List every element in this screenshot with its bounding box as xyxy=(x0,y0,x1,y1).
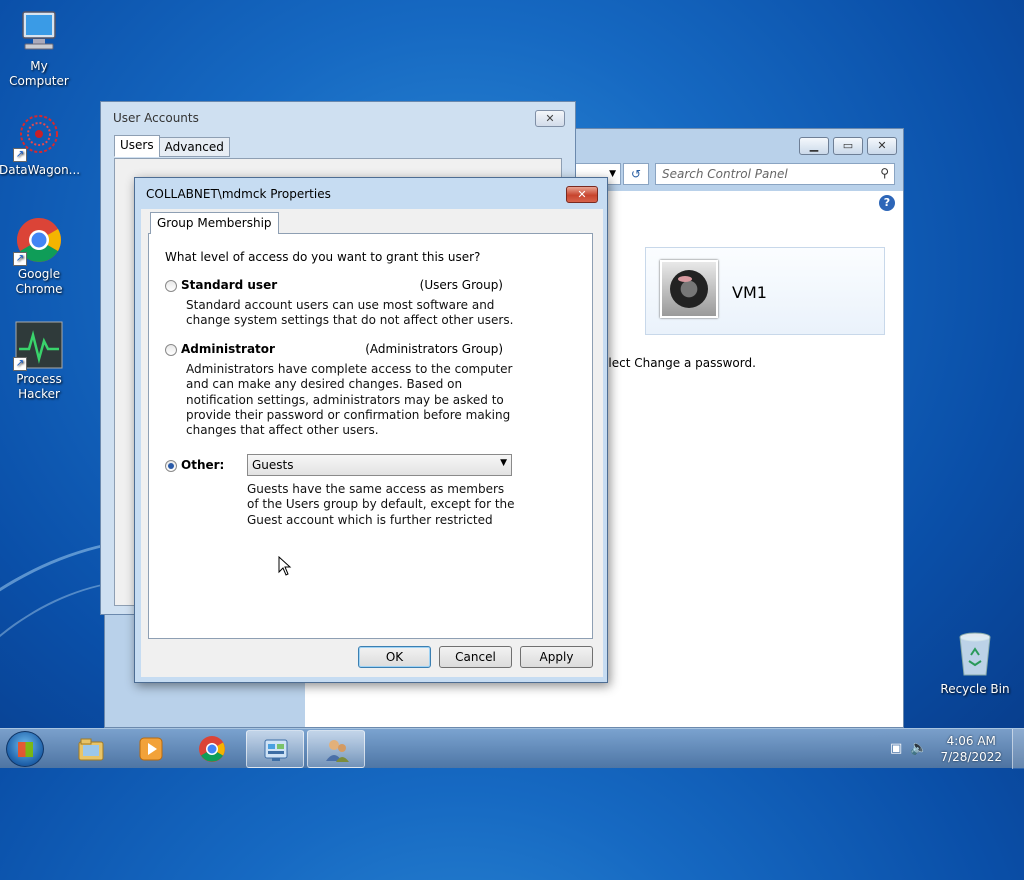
administrator-radio[interactable] xyxy=(165,344,177,356)
group-membership-page: What level of access do you want to gran… xyxy=(148,233,593,639)
tab-strip: Users Advanced xyxy=(114,135,230,157)
desktop-icon-recycle-bin[interactable]: Recycle Bin xyxy=(935,631,1015,697)
shortcut-arrow-icon: ↗ xyxy=(13,357,27,371)
dialog-body: Group Membership What level of access do… xyxy=(141,209,603,677)
start-button[interactable] xyxy=(6,731,44,767)
shortcut-arrow-icon: ↗ xyxy=(13,148,27,162)
clock-date: 7/28/2022 xyxy=(940,750,1002,764)
close-button[interactable]: ✕ xyxy=(867,137,897,155)
taskbar-item-user-accounts[interactable] xyxy=(307,730,365,768)
minimize-button[interactable]: ▁ xyxy=(799,137,829,155)
chrome-icon: ↗ xyxy=(13,216,63,266)
taskbar-item-media-player[interactable] xyxy=(122,730,180,768)
chrome-icon xyxy=(198,735,226,763)
user-tile[interactable]: VM1 xyxy=(645,247,885,335)
window-controls: ▁ ▭ ✕ xyxy=(799,137,897,155)
media-player-icon xyxy=(137,735,165,763)
desktop-icon-label: Process Hacker xyxy=(16,372,62,401)
administrator-label[interactable]: Administrator xyxy=(181,342,275,356)
desktop-icon-label: DataWagon... xyxy=(0,163,81,177)
control-panel-icon xyxy=(262,736,290,764)
user-accounts-icon xyxy=(323,736,351,764)
chevron-down-icon: ▼ xyxy=(500,458,507,468)
user-picture-icon xyxy=(660,260,718,318)
network-icon[interactable]: ▣ xyxy=(890,741,902,756)
taskbar: ▣ 🔈 4:06 AM 7/28/2022 xyxy=(0,728,1024,769)
process-hacker-icon: ↗ xyxy=(13,321,63,371)
access-question: What level of access do you want to gran… xyxy=(165,250,481,264)
volume-icon[interactable]: 🔈 xyxy=(910,740,927,756)
properties-dialog[interactable]: COLLABNET\mdmck Properties ✕ Group Membe… xyxy=(134,177,608,683)
cancel-button[interactable]: Cancel xyxy=(439,646,512,668)
close-button[interactable]: ✕ xyxy=(535,110,565,127)
standard-user-description: Standard account users can use most soft… xyxy=(186,298,514,328)
desktop-icon-my-computer[interactable]: My Computer xyxy=(0,8,79,89)
tab-users[interactable]: Users xyxy=(114,135,160,157)
desktop-icon-label: Google Chrome xyxy=(15,267,63,296)
shortcut-arrow-icon: ↗ xyxy=(13,252,27,266)
tab-group-membership[interactable]: Group Membership xyxy=(150,212,279,234)
dialog-title: User Accounts xyxy=(113,111,199,125)
clock[interactable]: 4:06 AM 7/28/2022 xyxy=(940,733,1002,765)
refresh-button[interactable]: ↺ xyxy=(623,163,649,185)
users-group-label: (Users Group) xyxy=(419,278,503,292)
desktop-icon-label: My Computer xyxy=(9,59,69,88)
administrators-group-label: (Administrators Group) xyxy=(365,342,503,356)
desktop-icon-label: Recycle Bin xyxy=(940,682,1010,696)
group-description: Guests have the same access as members o… xyxy=(247,482,515,527)
search-icon[interactable]: ⚲ xyxy=(880,166,889,180)
desktop-icon-chrome[interactable]: ↗ Google Chrome xyxy=(0,216,79,297)
system-tray: ▣ 🔈 4:06 AM 7/28/2022 xyxy=(884,729,1024,769)
tab-advanced[interactable]: Advanced xyxy=(158,137,230,157)
close-button[interactable]: ✕ xyxy=(566,186,598,203)
datawagon-icon: ↗ xyxy=(13,112,63,162)
ok-button[interactable]: OK xyxy=(358,646,431,668)
group-select[interactable]: Guests ▼ xyxy=(247,454,512,476)
user-name: VM1 xyxy=(732,283,767,302)
group-select-value: Guests xyxy=(252,458,294,472)
windows-explorer-icon xyxy=(77,735,105,763)
dialog-title: COLLABNET\mdmck Properties xyxy=(146,187,331,201)
taskbar-item-chrome[interactable] xyxy=(183,730,241,768)
taskbar-item-explorer[interactable] xyxy=(62,730,120,768)
standard-user-label[interactable]: Standard user xyxy=(181,278,277,292)
other-label[interactable]: Other: xyxy=(181,458,224,472)
search-input[interactable]: Search Control Panel ⚲ xyxy=(655,163,895,185)
desktop-icon-datawagon[interactable]: ↗ DataWagon... xyxy=(0,112,81,178)
change-password-hint: elect Change a password. xyxy=(601,356,756,370)
standard-user-radio[interactable] xyxy=(165,280,177,292)
clock-time: 4:06 AM xyxy=(946,734,996,748)
search-placeholder: Search Control Panel xyxy=(662,167,788,181)
recycle-bin-icon xyxy=(951,631,999,679)
computer-icon xyxy=(15,8,63,56)
maximize-button[interactable]: ▭ xyxy=(833,137,863,155)
administrator-description: Administrators have complete access to t… xyxy=(186,362,513,438)
taskbar-item-control-panel[interactable] xyxy=(246,730,304,768)
show-desktop-button[interactable] xyxy=(1012,729,1024,769)
other-radio[interactable] xyxy=(165,460,177,472)
help-icon[interactable]: ? xyxy=(879,195,895,211)
apply-button[interactable]: Apply xyxy=(520,646,593,668)
desktop-icon-process-hacker[interactable]: ↗ Process Hacker xyxy=(0,321,79,402)
